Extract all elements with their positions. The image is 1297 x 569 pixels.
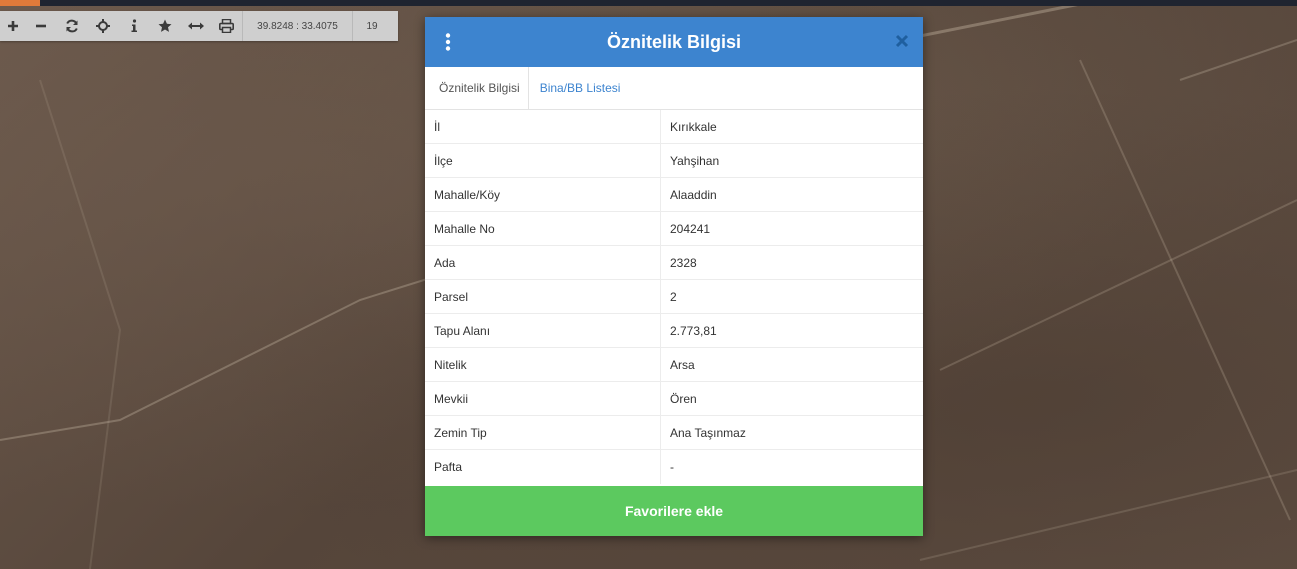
tab-attribute-info[interactable]: Öznitelik Bilgisi [425, 67, 529, 109]
dialog-header: Öznitelik Bilgisi [425, 17, 923, 67]
row-value: Yahşihan [660, 143, 923, 178]
row-key: Pafta [425, 449, 661, 484]
row-value: 2.773,81 [660, 313, 923, 348]
zoom-level-display: 19 [352, 11, 391, 41]
info-icon [131, 19, 137, 32]
print-icon [219, 19, 234, 33]
zoom-out-button[interactable] [25, 11, 56, 41]
table-row: Mahalle No 204241 [425, 211, 923, 246]
row-value: Alaaddin [660, 177, 923, 212]
plus-icon [7, 21, 18, 31]
crosshair-icon [95, 19, 110, 33]
row-key: Ada [425, 245, 661, 280]
zoom-in-button[interactable] [0, 11, 25, 41]
close-icon[interactable] [895, 34, 909, 48]
map-toolbar: 39.8248 : 33.4075 19 [0, 11, 398, 41]
measure-button[interactable] [180, 11, 211, 41]
print-button[interactable] [211, 11, 242, 41]
row-value: 2 [660, 279, 923, 314]
row-key: Mahalle No [425, 211, 661, 246]
row-value: Kırıkkale [660, 110, 923, 144]
row-key: İl [425, 110, 661, 144]
attribute-info-dialog: Öznitelik Bilgisi Öznitelik Bilgisi Bina… [425, 17, 923, 536]
refresh-button[interactable] [56, 11, 87, 41]
row-key: Parsel [425, 279, 661, 314]
table-row: Mevkii Ören [425, 381, 923, 416]
row-key: Zemin Tip [425, 415, 661, 450]
row-value: 2328 [660, 245, 923, 280]
star-icon [158, 19, 171, 32]
locate-button[interactable] [87, 11, 118, 41]
row-key: Mevkii [425, 381, 661, 416]
dialog-title: Öznitelik Bilgisi [606, 31, 742, 52]
table-row: Pafta - [425, 449, 923, 484]
dialog-tabs: Öznitelik Bilgisi Bina/BB Listesi [425, 67, 923, 110]
row-value: Ören [660, 381, 923, 416]
row-value: Ana Taşınmaz [660, 415, 923, 450]
refresh-icon [65, 19, 78, 33]
row-key: Nitelik [425, 347, 661, 382]
row-key: Tapu Alanı [425, 313, 661, 348]
table-row: Ada 2328 [425, 245, 923, 280]
table-row: Mahalle/Köy Alaaddin [425, 177, 923, 212]
add-to-favorites-button[interactable]: Favorilere ekle [425, 486, 923, 536]
table-row: Tapu Alanı 2.773,81 [425, 313, 923, 348]
top-bar [0, 0, 1297, 6]
vertical-dots-menu-icon[interactable] [443, 33, 453, 51]
minus-icon [35, 24, 46, 28]
row-value: - [670, 460, 674, 474]
table-row: İlçe Yahşihan [425, 143, 923, 178]
favorites-button[interactable] [149, 11, 180, 41]
attribute-table: İl Kırıkkale İlçe Yahşihan Mahalle/Köy A… [425, 110, 923, 484]
table-row: Nitelik Arsa [425, 347, 923, 382]
measure-icon [187, 22, 204, 30]
row-key: İlçe [425, 143, 661, 178]
tab-building-list[interactable]: Bina/BB Listesi [529, 67, 631, 109]
row-value: 204241 [660, 211, 923, 246]
table-row: Zemin Tip Ana Taşınmaz [425, 415, 923, 450]
top-bar-accent [0, 0, 40, 6]
table-row: İl Kırıkkale [425, 110, 923, 144]
table-row: Parsel 2 [425, 279, 923, 314]
coordinates-display: 39.8248 : 33.4075 [242, 11, 352, 41]
row-value: Arsa [660, 347, 923, 382]
row-key: Mahalle/Köy [425, 177, 661, 212]
info-button[interactable] [118, 11, 149, 41]
